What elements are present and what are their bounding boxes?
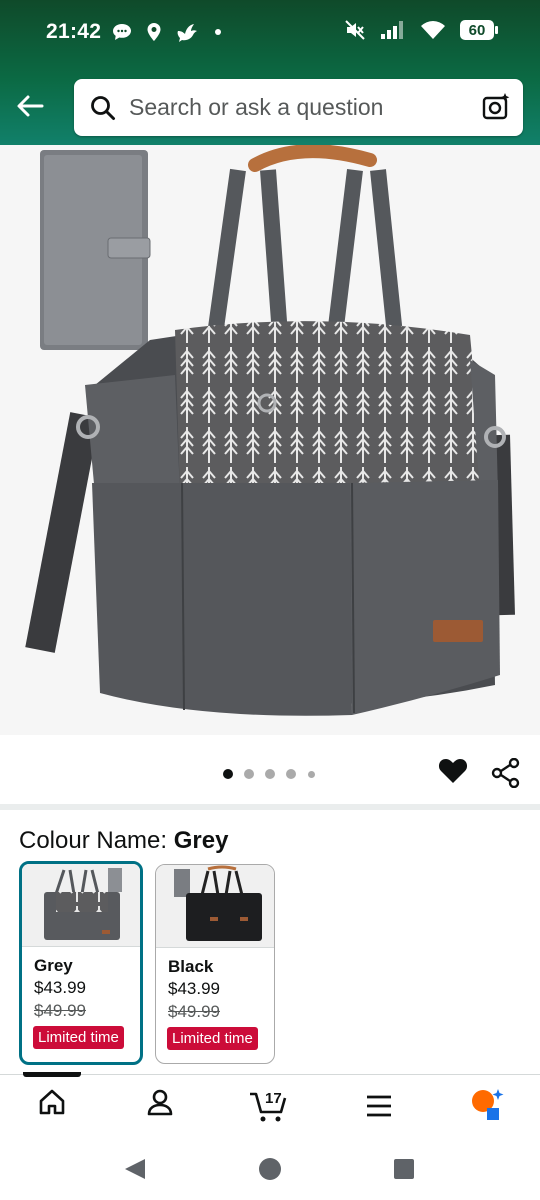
home-icon[interactable] (38, 1088, 66, 1116)
back-arrow-icon[interactable] (14, 90, 46, 122)
swatch-name: Black (168, 957, 214, 976)
bird-icon (177, 24, 197, 42)
black-bag-thumbnail (174, 865, 262, 941)
diaper-bag-image (25, 145, 515, 716)
rufus-ai-icon[interactable] (470, 1088, 506, 1122)
limited-time-badge: Limited time (167, 1027, 258, 1050)
swatch-image-grey (22, 864, 140, 947)
home-circle-icon[interactable] (258, 1157, 282, 1181)
status-time: 21:42 (46, 20, 102, 43)
system-nav-bar (0, 1138, 540, 1200)
colour-option-black[interactable]: Black $43.99 $49.99 Limited time (155, 864, 275, 1064)
swatch-old-price: $49.99 (168, 1002, 220, 1021)
menu-icon[interactable] (365, 1094, 393, 1118)
wifi-icon (421, 21, 445, 39)
product-image[interactable] (0, 145, 540, 735)
gallery-dot[interactable] (308, 771, 315, 778)
dot-icon (215, 29, 221, 35)
gallery-dot[interactable] (265, 769, 275, 779)
share-icon[interactable] (491, 758, 521, 788)
signal-icon (381, 21, 403, 39)
colour-label: Colour Name: (19, 827, 168, 854)
chat-bubble-icon (113, 24, 131, 40)
divider (0, 804, 540, 810)
status-bar: 21:42 60 (0, 0, 540, 66)
battery-level: 60 (468, 21, 486, 39)
swatch-price: $43.99 (34, 978, 86, 997)
camera-lens-icon[interactable] (481, 92, 511, 122)
location-pin-icon (147, 23, 161, 41)
swatch-image-black (156, 865, 274, 948)
battery-icon: 60 (460, 20, 498, 40)
swatch-price: $43.99 (168, 979, 220, 998)
search-input[interactable]: Search or ask a question (129, 94, 383, 121)
search-icon (91, 96, 115, 120)
mute-icon (345, 20, 365, 40)
heart-icon[interactable] (438, 756, 468, 784)
gallery-dot[interactable] (244, 769, 254, 779)
limited-time-badge: Limited time (33, 1026, 124, 1049)
colour-name-label: Colour Name: Grey (19, 827, 228, 855)
account-icon[interactable] (146, 1088, 174, 1116)
cart-count: 17 (265, 1090, 282, 1107)
grey-bag-thumbnail (44, 868, 122, 940)
back-triangle-icon[interactable] (123, 1158, 147, 1180)
recents-square-icon[interactable] (394, 1159, 414, 1179)
colour-selected-value: Grey (173, 827, 229, 854)
nav-active-indicator (23, 1072, 81, 1077)
colour-option-grey[interactable]: Grey $43.99 $49.99 Limited time (19, 861, 143, 1065)
app-header: 21:42 60 Search or ask a question (0, 0, 540, 145)
swatch-name: Grey (34, 956, 73, 975)
swatch-old-price: $49.99 (34, 1001, 86, 1020)
search-bar[interactable]: Search or ask a question (74, 79, 523, 136)
gallery-dot-active[interactable] (223, 769, 233, 779)
gallery-dot[interactable] (286, 769, 296, 779)
